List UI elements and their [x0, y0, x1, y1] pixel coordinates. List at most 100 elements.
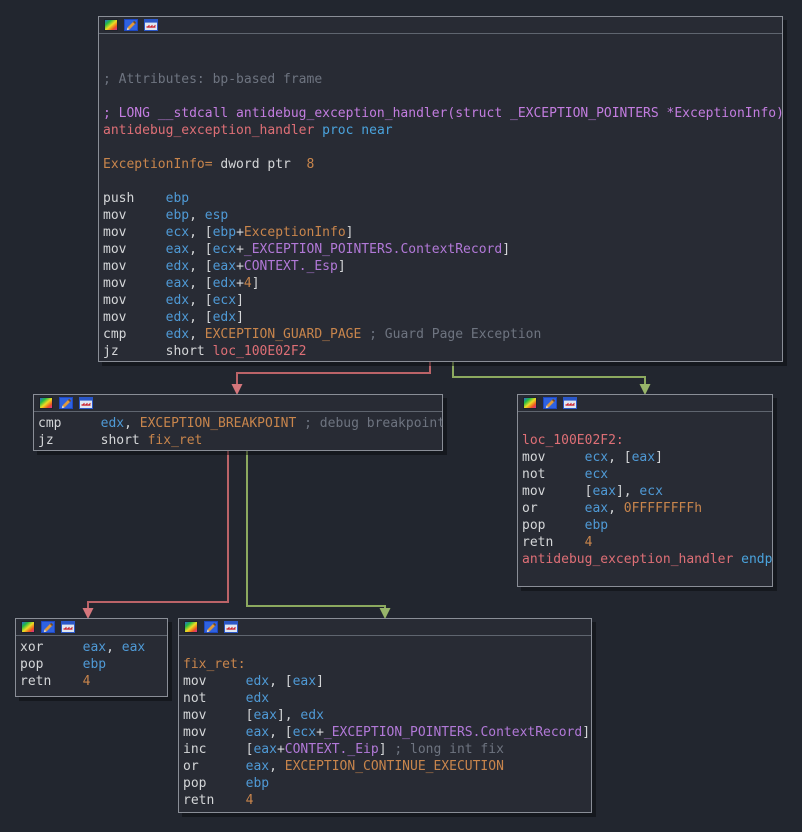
code-token: pop	[183, 776, 246, 791]
code-line[interactable]: retn 4	[20, 673, 167, 690]
code-line[interactable]: or eax, EXCEPTION_CONTINUE_EXECUTION	[183, 758, 591, 775]
code-line[interactable]: retn 4	[522, 534, 772, 551]
code-line[interactable]: loc_100E02F2:	[522, 432, 772, 449]
code-line[interactable]: mov [eax], edx	[183, 707, 591, 724]
code-line[interactable]: antidebug_exception_handler proc near	[103, 122, 782, 139]
code-line[interactable]	[522, 415, 772, 432]
code-line[interactable]: mov eax, [edx+4]	[103, 275, 782, 292]
code-line[interactable]: mov eax, [ecx+_EXCEPTION_POINTERS.Contex…	[183, 724, 591, 741]
code-token: +	[236, 259, 244, 274]
edit-node-icon[interactable]	[41, 621, 55, 633]
edit-node-icon[interactable]	[204, 621, 218, 633]
edge-false-breakpoint-check-to-return-zero	[83, 451, 229, 619]
node-color-icon[interactable]	[523, 397, 537, 409]
basic-block-fix-ret[interactable]: fix_ret:mov edx, [eax]not edxmov [eax], …	[178, 618, 592, 813]
basic-block-entry[interactable]: ; Attributes: bp-based frame ; LONG __std…	[98, 16, 783, 362]
edit-node-icon[interactable]	[59, 397, 73, 409]
code-line[interactable]: not edx	[183, 690, 591, 707]
code-line[interactable]: ExceptionInfo= dword ptr 8	[103, 156, 782, 173]
code-line[interactable]: fix_ret:	[183, 656, 591, 673]
code-line[interactable]: pop ebp	[20, 656, 167, 673]
code-line[interactable]: or eax, 0FFFFFFFFh	[522, 500, 772, 517]
code-line[interactable]	[183, 639, 591, 656]
node-color-icon[interactable]	[39, 397, 53, 409]
code-token: ]	[379, 742, 395, 757]
basic-block-return-zero[interactable]: xor eax, eaxpop ebpretn 4	[15, 618, 168, 697]
group-node-icon[interactable]	[563, 397, 577, 409]
code-line[interactable]: mov ebp, esp	[103, 207, 782, 224]
code-line[interactable]	[103, 173, 782, 190]
code-token: antidebug_exception_handler	[522, 552, 733, 567]
code-token: eax	[213, 259, 236, 274]
edit-node-icon[interactable]	[124, 19, 138, 31]
code-line[interactable]: not ecx	[522, 466, 772, 483]
code-line[interactable]: mov edx, [eax]	[183, 673, 591, 690]
node-code: fix_ret:mov edx, [eax]not edxmov [eax], …	[179, 636, 591, 809]
code-line[interactable]: pop ebp	[183, 775, 591, 792]
basic-block-breakpoint-check[interactable]: cmp edx, EXCEPTION_BREAKPOINT ; debug br…	[33, 394, 443, 451]
group-node-icon[interactable]	[61, 621, 75, 633]
code-line[interactable]: inc [eax+CONTEXT._Eip] ; long int fix	[183, 741, 591, 758]
code-token: CONTEXT._Esp	[244, 259, 338, 274]
code-token: ExceptionInfo	[244, 225, 346, 240]
code-token: mov	[522, 484, 585, 499]
code-token: mov	[183, 708, 246, 723]
code-line[interactable]: xor eax, eax	[20, 639, 167, 656]
code-line[interactable]: jz short loc_100E02F2	[103, 343, 782, 360]
code-token: ecx	[585, 450, 608, 465]
code-token: not	[522, 467, 585, 482]
code-token: _EXCEPTION_POINTERS.ContextRecord	[324, 725, 582, 740]
code-line[interactable]: mov edx, [eax+CONTEXT._Esp]	[103, 258, 782, 275]
code-token: 4	[585, 535, 593, 550]
code-line[interactable]: mov edx, [ecx]	[103, 292, 782, 309]
code-line[interactable]: mov eax, [ecx+_EXCEPTION_POINTERS.Contex…	[103, 241, 782, 258]
group-node-icon[interactable]	[144, 19, 158, 31]
code-line[interactable]: ; LONG __stdcall antidebug_exception_han…	[103, 105, 782, 122]
code-token: edx	[213, 310, 236, 325]
basic-block-loc-100E02F2[interactable]: loc_100E02F2:mov ecx, [eax]not ecxmov [e…	[517, 394, 773, 587]
code-token: mov	[522, 450, 585, 465]
code-token: retn	[20, 674, 83, 689]
code-token: ]	[252, 276, 260, 291]
node-color-icon[interactable]	[184, 621, 198, 633]
group-node-icon[interactable]	[79, 397, 93, 409]
code-line[interactable]	[522, 568, 772, 585]
code-token: push	[103, 191, 166, 206]
node-color-icon[interactable]	[104, 19, 118, 31]
code-token: loc_100E02F2:	[522, 433, 624, 448]
code-token: xor	[20, 640, 83, 655]
code-token: , [	[269, 674, 292, 689]
code-line[interactable]: mov [eax], ecx	[522, 483, 772, 500]
code-token: proc near	[322, 123, 392, 138]
code-token: fix_ret:	[183, 657, 246, 672]
graph-canvas[interactable]: ; Attributes: bp-based frame ; LONG __std…	[0, 0, 802, 832]
code-token: endp	[741, 552, 772, 567]
code-line[interactable]: cmp edx, EXCEPTION_GUARD_PAGE ; Guard Pa…	[103, 326, 782, 343]
code-line[interactable]: retn 4	[183, 792, 591, 809]
code-line[interactable]: jz short fix_ret	[38, 432, 442, 449]
code-token: ,	[608, 501, 624, 516]
code-line[interactable]: ; Attributes: bp-based frame	[103, 71, 782, 88]
node-color-icon[interactable]	[21, 621, 35, 633]
code-token: mov	[183, 725, 246, 740]
node-titlebar	[99, 17, 782, 34]
code-token: eax	[592, 484, 615, 499]
code-line[interactable]: cmp edx, EXCEPTION_BREAKPOINT ; debug br…	[38, 415, 442, 432]
code-line[interactable]: mov ecx, [ebp+ExceptionInfo]	[103, 224, 782, 241]
code-line[interactable]	[103, 37, 782, 54]
code-line[interactable]	[103, 139, 782, 156]
code-line[interactable]: antidebug_exception_handler endp	[522, 551, 772, 568]
code-line[interactable]	[103, 54, 782, 71]
code-token: short	[166, 344, 213, 359]
edit-node-icon[interactable]	[543, 397, 557, 409]
code-line[interactable]: push ebp	[103, 190, 782, 207]
code-line[interactable]: mov ecx, [eax]	[522, 449, 772, 466]
code-line[interactable]: mov edx, [edx]	[103, 309, 782, 326]
code-token: edx	[101, 416, 124, 431]
code-line[interactable]: pop ebp	[522, 517, 772, 534]
code-token: short	[101, 433, 148, 448]
code-token: ecx	[639, 484, 662, 499]
group-node-icon[interactable]	[224, 621, 238, 633]
code-line[interactable]	[103, 88, 782, 105]
code-token: mov	[103, 225, 166, 240]
